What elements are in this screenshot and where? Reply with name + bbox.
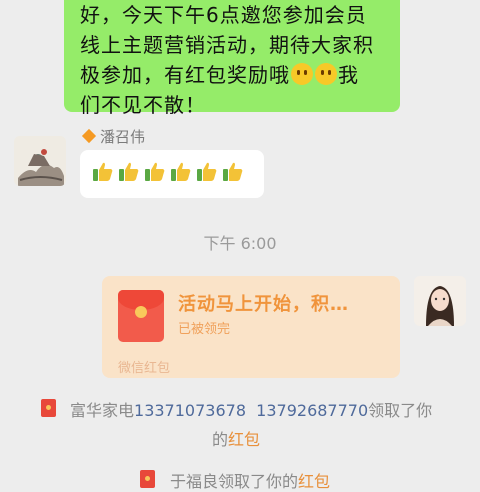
smile-emoji-icon (291, 63, 313, 85)
sender-avatar[interactable] (14, 136, 66, 186)
thumbs-up-icon (223, 162, 243, 181)
notice-line-continued: 的红包 (212, 430, 261, 449)
red-packet-link[interactable]: 红包 (228, 430, 260, 449)
diamond-icon (81, 128, 97, 144)
notice-line: 富华家电13371073678 13792687770领取了你 (70, 401, 433, 420)
painting-avatar-icon (14, 136, 66, 186)
notice-sender: 富华家电 (70, 401, 135, 420)
red-packet-notice-icon (41, 399, 56, 417)
received-message-bubble[interactable] (80, 150, 264, 198)
sent-message-bubble[interactable]: 好，今天下午6点邀您参加会员 线上主题营销活动，期待大家积 极参加，有红包奖励哦… (64, 0, 400, 117)
sender-name: 潘召伟 (81, 126, 145, 147)
smile-emoji-icon (315, 63, 337, 85)
message-text: 好，今天下午6点邀您参加会员 线上主题营销活动，期待大家积 极参加，有红包奖励哦… (80, 3, 374, 117)
thumbs-up-icon (171, 162, 191, 181)
red-packet-notice-icon (140, 470, 155, 488)
thumbs-up-icon (145, 162, 165, 181)
girl-avatar-icon (414, 276, 466, 326)
red-packet-icon (118, 290, 164, 342)
notice-line: 于福良领取了你的红包 (170, 472, 331, 491)
red-packet-status: 已被领完 (178, 322, 231, 337)
red-packet-footer: 微信红包 (118, 361, 171, 376)
red-packet-title: 活动马上开始，积… (178, 294, 349, 315)
time-divider: 下午 6:00 (203, 234, 277, 253)
thumbs-up-icon (119, 162, 139, 181)
phone-link[interactable]: 13792687770 (256, 401, 368, 420)
thumbs-up-icon (93, 162, 113, 181)
my-avatar[interactable] (414, 276, 466, 326)
thumbs-up-icon (197, 162, 217, 181)
phone-link[interactable]: 13371073678 (134, 401, 246, 420)
red-packet-link[interactable]: 红包 (298, 472, 330, 491)
